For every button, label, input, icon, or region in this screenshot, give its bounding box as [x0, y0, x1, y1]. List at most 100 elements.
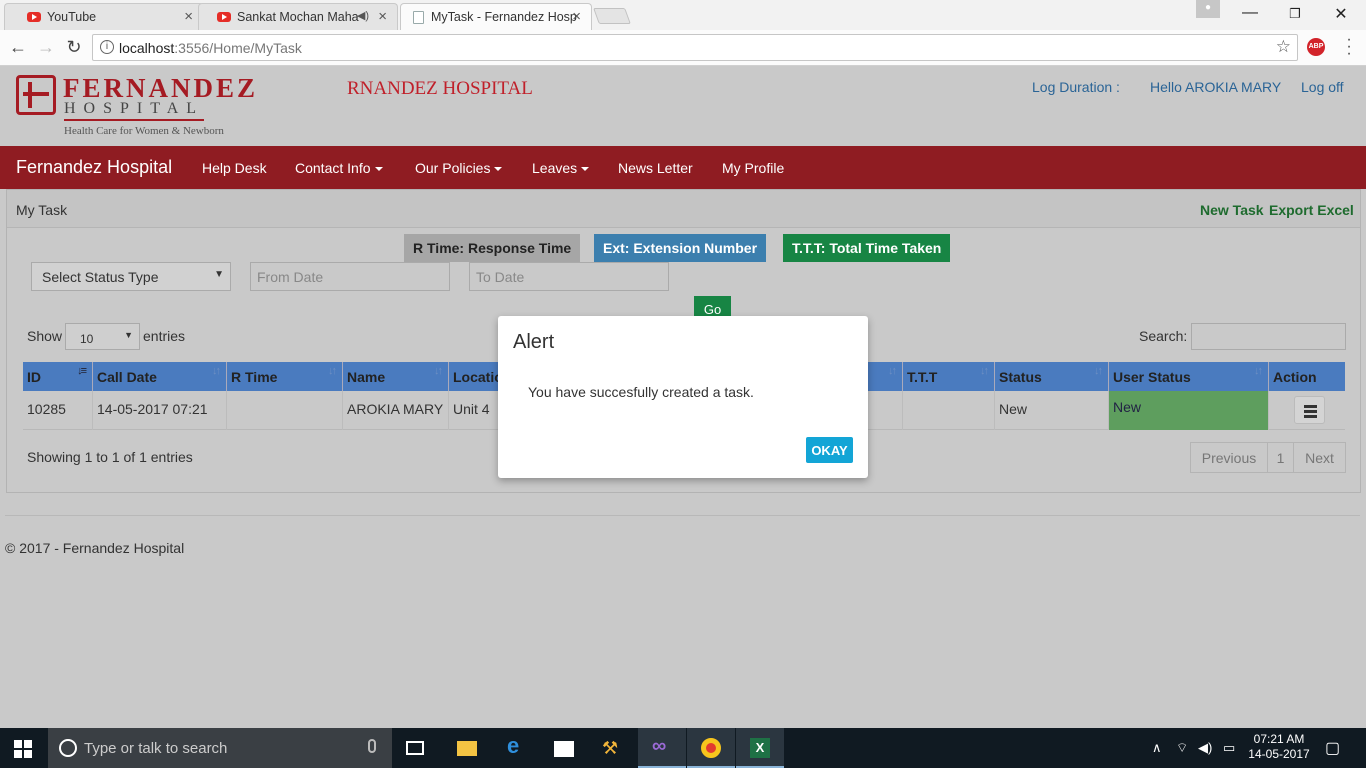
export-excel-link[interactable]: Export Excel — [1269, 202, 1354, 218]
logo-pane — [24, 750, 32, 758]
edge-icon[interactable]: e — [492, 728, 540, 768]
nav-leaves[interactable]: Leaves — [532, 160, 590, 176]
windows-start-icon[interactable] — [14, 740, 32, 758]
minimize-icon[interactable]: — — [1235, 4, 1265, 22]
profile-icon[interactable]: ● — [1196, 0, 1220, 18]
footer-copyright: © 2017 - Fernandez Hospital — [5, 540, 185, 556]
sort-icon: ↓↑ — [980, 365, 989, 377]
address-toolbar: ← → ↻ i localhost:3556/Home/MyTask ☆ — [0, 30, 1366, 66]
nav-news-letter[interactable]: News Letter — [618, 160, 693, 176]
column-header-ttt[interactable]: T.T.T ↓↑ — [903, 362, 995, 391]
column-header-user-status[interactable]: User Status ↓↑ — [1109, 362, 1269, 391]
page-length-select[interactable]: 10 ▼ — [65, 323, 140, 350]
nav-my-profile[interactable]: My Profile — [722, 160, 784, 176]
store-glyph — [554, 741, 574, 757]
pagination-next[interactable]: Next — [1293, 442, 1346, 473]
cell-hidden — [873, 391, 903, 430]
chrome-icon[interactable] — [687, 728, 735, 768]
window-close-icon[interactable]: ✕ — [1326, 4, 1356, 24]
legend-ext: Ext: Extension Number — [594, 234, 767, 262]
search-label: Search: — [1139, 328, 1188, 344]
header-label: Name — [347, 369, 386, 385]
notifications-icon[interactable]: ▢ — [1325, 738, 1340, 758]
column-header-r-time[interactable]: R Time ↓↑ — [227, 362, 343, 391]
forward-icon[interactable]: → — [36, 37, 56, 58]
youtube-icon — [27, 12, 41, 22]
tab-mytask[interactable]: MyTask - Fernandez Hosp × — [400, 3, 592, 30]
user-greeting-link[interactable]: Hello AROKIA MARY — [1150, 79, 1281, 95]
row-action-list-icon[interactable] — [1294, 396, 1325, 424]
nav-label: News Letter — [618, 160, 693, 176]
from-date-input[interactable]: From Date — [250, 262, 450, 291]
show-hidden-icons[interactable]: ∧ — [1152, 740, 1162, 756]
footer-divider — [5, 515, 1360, 516]
browser-menu-icon[interactable]: · · · — [1344, 32, 1354, 62]
nav-our-policies[interactable]: Our Policies — [415, 160, 503, 176]
folder-glyph — [457, 741, 477, 756]
sort-asc-icon: ↓≡ — [77, 365, 87, 377]
list-bar — [1304, 410, 1317, 413]
sort-icon: ↓↑ — [1254, 365, 1263, 377]
file-explorer-icon[interactable] — [443, 728, 491, 768]
visual-studio-icon[interactable]: ∞ — [638, 728, 686, 768]
reload-icon[interactable]: ↻ — [64, 37, 84, 58]
nav-help-desk[interactable]: Help Desk — [202, 160, 267, 176]
caret-down-icon — [494, 167, 503, 172]
status-type-select[interactable]: Select Status Type ▼ — [31, 262, 231, 291]
logoff-link[interactable]: Log off — [1301, 79, 1344, 95]
tab-title: MyTask - Fernandez Hosp — [431, 10, 577, 24]
adblock-icon[interactable]: ABP — [1307, 38, 1325, 56]
close-icon[interactable]: × — [572, 8, 581, 25]
clock-time: 07:21 AM — [1253, 732, 1305, 746]
url-host: localhost — [119, 40, 175, 56]
taskbar-search[interactable]: Type or talk to search — [48, 728, 392, 768]
info-icon[interactable]: i — [100, 40, 114, 54]
column-header-hidden[interactable]: ↓↑ — [873, 362, 903, 391]
store-icon[interactable] — [540, 728, 588, 768]
tab-youtube[interactable]: YouTube × — [4, 3, 204, 30]
header-label: Status — [999, 369, 1042, 385]
tab-title: Sankat Mochan Maha — [237, 10, 359, 24]
nav-contact-info[interactable]: Contact Info — [295, 160, 383, 176]
nav-label: My Profile — [722, 160, 785, 176]
restore-icon[interactable]: ❐ — [1280, 6, 1310, 22]
url-bar[interactable]: i localhost:3556/Home/MyTask ☆ — [92, 34, 1298, 61]
keyboard-icon[interactable]: ▭ — [1223, 740, 1235, 756]
speaker-icon[interactable]: ◀) — [357, 9, 369, 22]
search-placeholder: Type or talk to search — [84, 740, 228, 757]
list-bar — [1304, 405, 1317, 408]
header-label: ID — [27, 369, 41, 385]
document-icon — [413, 11, 424, 24]
excel-icon[interactable]: X — [736, 728, 784, 768]
column-header-call-date[interactable]: Call Date ↓↑ — [93, 362, 227, 391]
column-header-status[interactable]: Status ↓↑ — [995, 362, 1109, 391]
okay-button[interactable]: OKAY — [806, 437, 853, 463]
microphone-icon[interactable] — [368, 739, 376, 753]
column-header-action: Action — [1269, 362, 1345, 391]
main-navbar: Fernandez Hospital Help Desk Contact Inf… — [0, 146, 1366, 189]
pagination-previous[interactable]: Previous — [1190, 442, 1268, 473]
dropdown-arrow-icon: ▼ — [214, 269, 224, 280]
header-label: R Time — [231, 369, 278, 385]
tools-icon[interactable]: ⚒ — [588, 728, 636, 768]
navbar-brand[interactable]: Fernandez Hospital — [16, 157, 172, 178]
bookmark-star-icon[interactable]: ☆ — [1276, 37, 1291, 57]
caret-down-icon — [581, 167, 590, 172]
close-icon[interactable]: × — [378, 8, 387, 25]
url-path: :3556/Home/MyTask — [174, 40, 302, 56]
column-header-id[interactable]: ID ↓≡ — [23, 362, 93, 391]
to-date-input[interactable]: To Date — [469, 262, 669, 291]
new-task-link[interactable]: New Task — [1200, 202, 1264, 218]
system-clock[interactable]: 07:21 AM 14-05-2017 — [1244, 732, 1314, 762]
nav-label: Help Desk — [202, 160, 267, 176]
pagination-page-1[interactable]: 1 — [1267, 442, 1294, 473]
close-icon[interactable]: × — [184, 8, 193, 25]
back-icon[interactable]: ← — [8, 37, 28, 58]
tab-sankat-mochan[interactable]: Sankat Mochan Maha ◀) × — [198, 3, 398, 30]
column-header-name[interactable]: Name ↓↑ — [343, 362, 449, 391]
wifi-icon[interactable]: ⌔ — [1176, 740, 1188, 756]
search-input[interactable] — [1191, 323, 1346, 350]
task-view-icon[interactable] — [392, 728, 440, 768]
new-tab-button[interactable] — [593, 8, 631, 24]
volume-icon[interactable]: ◀) — [1198, 740, 1212, 756]
